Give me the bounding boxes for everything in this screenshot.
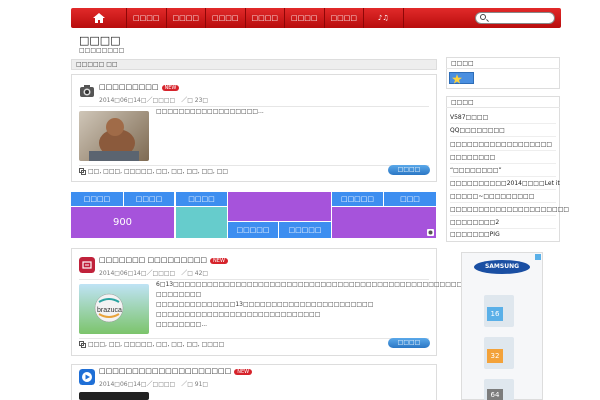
star-icon xyxy=(452,74,462,84)
ad-choices-icon[interactable] xyxy=(535,254,541,260)
home-button[interactable] xyxy=(71,8,127,28)
post-title-3[interactable]: □□□□□□□□□□□□□□□□□□□□ NEW xyxy=(99,367,253,375)
post-title-2[interactable]: □□□□□□□ □□□□□□□□□ NEW xyxy=(99,256,228,264)
sidebar-link[interactable]: □□□□□□□□2 xyxy=(450,219,499,226)
tile-3[interactable]: □□□□ xyxy=(176,192,227,206)
sidebar-link[interactable]: □□□□□□□□ xyxy=(450,154,495,161)
divider xyxy=(79,338,429,339)
new-badge: NEW xyxy=(234,369,253,375)
sidebar-link[interactable]: □□□□□□□□□□2014□□□□Let it xyxy=(450,180,560,187)
divider xyxy=(450,123,556,124)
tile-purple-top[interactable] xyxy=(228,192,331,221)
post-title-text[interactable]: □□□□□□□□□□□□□□□□□□□□ xyxy=(99,367,231,375)
divider xyxy=(450,150,556,151)
post-meta-2: 2014□06□14□／□□□□ ／□ 42□ xyxy=(99,270,209,277)
dog-image xyxy=(89,118,139,161)
widget-title-1: □□□□ xyxy=(451,60,474,67)
divider xyxy=(446,107,560,108)
news-icon xyxy=(79,257,95,273)
tile-4[interactable]: □□□□□ xyxy=(332,192,383,206)
post-excerpt-2: 6□13□□□□□□□□□□□□□□□□□□□□□□□□□□□□□□□□□□□□… xyxy=(156,280,480,330)
nav-item-4[interactable]: □□□□ xyxy=(246,8,285,28)
camera-icon xyxy=(80,85,94,97)
post-thumbnail-1[interactable] xyxy=(79,111,149,161)
excerpt-line: □□□□□□□□□□□□□□13□□□□□□□□□□□□□□□□□□□□□□□ … xyxy=(156,301,374,318)
samsung-logo: SAMSUNG xyxy=(474,260,530,274)
divider xyxy=(450,176,556,177)
tile-1[interactable]: □□□□ xyxy=(71,192,123,206)
site-title[interactable]: □□□□ xyxy=(79,34,121,47)
widget-title-2: □□□□ xyxy=(451,99,474,106)
sidebar-link[interactable]: □□□□□□□□□□□□□□□□□□□□□ xyxy=(450,206,569,213)
excerpt-line: □□□□□□□□... xyxy=(156,321,208,328)
nav-item-1[interactable]: □□□□ xyxy=(127,8,167,28)
tile-7[interactable]: □□□□□ xyxy=(279,222,331,238)
qzone-badge[interactable] xyxy=(449,72,474,84)
sidebar-link[interactable]: QQ□□□□□□□□ xyxy=(450,127,505,134)
divider xyxy=(450,202,556,203)
tile-6[interactable]: □□□□□ xyxy=(228,222,278,238)
post-tags-2[interactable]: □□□, □□, □□□□□, □□, □□, □□, □□□□ xyxy=(88,341,224,348)
sidebar-link[interactable]: □□□□□~□□□□□□□□□ xyxy=(450,193,534,200)
video-icon xyxy=(79,369,95,385)
tile-teal[interactable] xyxy=(176,207,227,238)
thumb-label: brazuca xyxy=(97,307,122,314)
breadcrumb: □□□□□ □□ xyxy=(71,59,437,70)
post-thumbnail-2[interactable]: brazuca xyxy=(79,284,149,334)
post-title-text[interactable]: □□□□□□□□□ xyxy=(99,83,159,91)
brazuca-ball-image: brazuca xyxy=(94,293,124,323)
divider xyxy=(79,165,429,166)
sidebar-link[interactable]: “□□□□□□□□” xyxy=(450,167,502,174)
card-capacity: 16 xyxy=(487,307,503,321)
sd-card-1: 16 xyxy=(484,295,514,327)
new-badge: NEW xyxy=(161,85,180,91)
nav-item-2[interactable]: □□□□ xyxy=(167,8,206,28)
sd-card-3: 64 xyxy=(484,379,514,400)
nav-item-music[interactable]: ♪♫ xyxy=(364,8,404,28)
nav-item-3[interactable]: □□□□ xyxy=(206,8,246,28)
tile-2[interactable]: □□□□ xyxy=(124,192,174,206)
post-title-1[interactable]: □□□□□□□□□ NEW xyxy=(99,83,180,91)
post-meta-1: 2014□06□14□／□□□□ ／□ 23□ xyxy=(99,97,209,104)
site-subtitle: □□□□□□□□ xyxy=(79,47,125,54)
tag-icon xyxy=(79,341,86,348)
sidebar-link[interactable]: □□□□□□□PIG xyxy=(450,231,500,238)
post-meta-3: 2014□06□14□／□□□□ ／□ 91□ xyxy=(99,381,209,388)
search-input[interactable] xyxy=(475,12,555,24)
post-thumbnail-3[interactable] xyxy=(79,392,149,400)
nav-item-5[interactable]: □□□□ xyxy=(285,8,325,28)
read-more-button-2[interactable]: □□□□ xyxy=(388,338,430,348)
tag-icon xyxy=(79,168,86,175)
divider xyxy=(450,215,556,216)
divider xyxy=(450,136,556,137)
post-tags-1[interactable]: □□, □□□, □□□□□, □□, □□, □□, □□, □□ xyxy=(88,168,228,175)
sidebar-link[interactable]: V587□□□□ xyxy=(450,114,488,121)
read-more-button-1[interactable]: □□□□ xyxy=(388,165,430,175)
sidebar-link[interactable]: □□□□□□□□□□□□□□□□□□ xyxy=(450,141,552,148)
divider xyxy=(450,163,556,164)
top-nav: □□□□ □□□□ □□□□ □□□□ □□□□ □□□□ ♪♫ xyxy=(71,8,561,28)
post-title-text[interactable]: □□□□□□□ □□□□□□□□□ xyxy=(99,256,207,264)
search-icon xyxy=(480,14,486,20)
post-excerpt-1: □□□□□□□□□□□□□□□□□□... xyxy=(156,108,264,115)
card-capacity: 64 xyxy=(487,389,503,400)
sd-card-2: 32 xyxy=(484,337,514,369)
divider xyxy=(450,189,556,190)
divider xyxy=(450,228,556,229)
home-icon xyxy=(92,13,105,23)
divider xyxy=(446,68,560,69)
card-capacity: 32 xyxy=(487,349,503,363)
excerpt-line: 6□13□□□□□□□□□□□□□□□□□□□□□□□□□□□□□□□□□□□□… xyxy=(156,281,480,298)
samsung-ad[interactable]: SAMSUNG 16 32 64 xyxy=(461,252,543,400)
corner-icon xyxy=(427,229,434,236)
tile-5[interactable]: □□□ xyxy=(384,192,436,206)
tile-big-number[interactable]: 900 xyxy=(71,207,174,238)
new-badge: NEW xyxy=(210,258,228,264)
nav-item-6[interactable]: □□□□ xyxy=(325,8,364,28)
tile-purple-right[interactable] xyxy=(332,207,436,238)
